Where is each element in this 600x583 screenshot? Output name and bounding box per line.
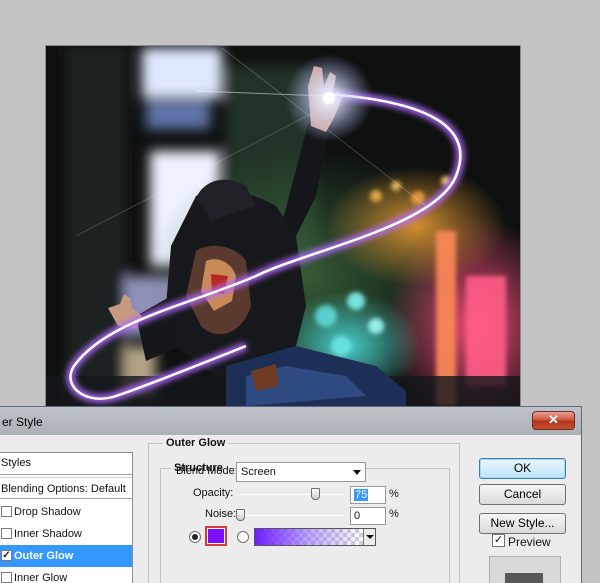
chevron-down-icon	[353, 470, 361, 475]
chevron-down-icon[interactable]	[363, 529, 375, 545]
opacity-label: Opacity:	[193, 487, 234, 499]
style-item-inner-glow[interactable]: Inner Glow	[0, 567, 132, 583]
photo-artwork	[46, 46, 520, 406]
opacity-slider-handle[interactable]	[311, 488, 320, 500]
noise-slider-track[interactable]	[240, 515, 344, 516]
noise-slider-handle[interactable]	[236, 509, 245, 521]
style-item-label: Outer Glow	[14, 550, 74, 562]
outer-glow-checkbox[interactable]: ✓	[1, 550, 12, 561]
opacity-percent: %	[389, 488, 399, 500]
blend-mode-value: Screen	[241, 466, 276, 478]
ok-button[interactable]: OK	[479, 458, 566, 479]
layer-style-dialog: er Style ✕ Styles Blending Options: Defa…	[0, 406, 582, 583]
preview-label: Preview	[508, 535, 551, 549]
styles-header[interactable]: Styles	[0, 453, 132, 475]
style-item-drop-shadow[interactable]: Drop Shadow	[0, 501, 132, 523]
inner-shadow-checkbox[interactable]	[1, 528, 12, 539]
noise-input[interactable]: 0	[350, 507, 386, 525]
glow-color-swatch[interactable]	[205, 526, 227, 546]
blending-options-item[interactable]: Blending Options: Default	[0, 477, 132, 499]
gradient-picker[interactable]	[254, 528, 376, 546]
cancel-button[interactable]: Cancel	[479, 484, 566, 505]
glow-color-fill	[208, 529, 224, 543]
gradient-preview	[255, 529, 363, 545]
document-canvas[interactable]	[46, 46, 520, 406]
style-item-inner-shadow[interactable]: Inner Shadow	[0, 523, 132, 545]
outer-glow-title: Outer Glow	[163, 437, 229, 449]
dialog-titlebar[interactable]: er Style ✕	[0, 407, 581, 435]
style-preview-thumbnail	[489, 556, 561, 583]
dialog-title: er Style	[2, 415, 43, 429]
opacity-slider-track[interactable]	[240, 494, 344, 495]
blend-mode-label: Blend Mode:	[176, 465, 238, 477]
style-item-outer-glow[interactable]: ✓ Outer Glow	[0, 545, 132, 567]
close-button[interactable]: ✕	[532, 411, 575, 430]
opacity-input[interactable]: 75	[350, 486, 386, 504]
drop-shadow-checkbox[interactable]	[1, 506, 12, 517]
gradient-radio[interactable]	[237, 531, 249, 543]
inner-glow-checkbox[interactable]	[1, 572, 12, 583]
noise-label: Noise:	[205, 508, 237, 520]
new-style-button[interactable]: New Style...	[479, 513, 566, 534]
preview-checkbox[interactable]: ✓	[492, 534, 505, 547]
dialog-body: Styles Blending Options: Default Drop Sh…	[0, 435, 581, 583]
blend-mode-select[interactable]: Screen	[236, 462, 366, 482]
noise-percent: %	[389, 508, 399, 520]
styles-list: Styles Blending Options: Default Drop Sh…	[0, 452, 133, 583]
style-item-label: Inner Shadow	[14, 528, 82, 540]
opacity-value: 75	[354, 489, 369, 501]
structure-group	[160, 468, 450, 583]
style-item-label: Drop Shadow	[14, 506, 81, 518]
solid-color-radio[interactable]	[189, 531, 201, 543]
close-icon: ✕	[548, 412, 559, 427]
style-item-label: Inner Glow	[14, 572, 68, 583]
noise-value: 0	[354, 510, 361, 522]
